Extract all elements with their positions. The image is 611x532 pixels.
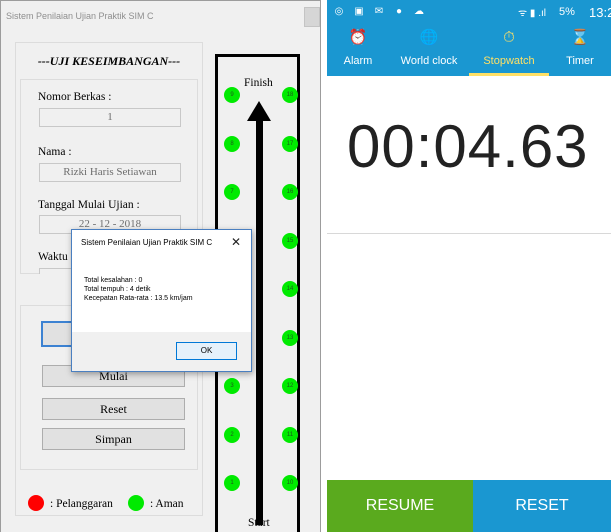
dialog-close-icon[interactable]: ✕ [231, 235, 241, 249]
alarm-clock-icon: ⏰ [348, 29, 368, 46]
arrow-up-icon [247, 101, 271, 121]
sensor-right-17: 17 [282, 135, 298, 152]
start-label: Start [248, 517, 270, 529]
stopwatch-time: 00:04.63 [347, 113, 589, 180]
globe-clock-icon: 🌐 [419, 29, 439, 46]
window-title: Sistem Penilaian Ujian Praktik SIM C [6, 11, 154, 21]
tab-label: Alarm [343, 55, 373, 67]
sensor-right-14: 14 [282, 281, 298, 297]
tab-world-clock[interactable]: 🌐 World clock [389, 26, 469, 76]
tab-label: World clock [400, 55, 458, 67]
ok-button[interactable]: OK [176, 342, 237, 360]
sensor-left-2: 2 [224, 426, 240, 443]
status-bar: ◎ ▣ ✉ ● ☁ ᯤ ▮ .ıl 5% 13:24 [327, 0, 611, 26]
sensor-right-13: 13 [282, 329, 298, 346]
window-titlebar: Sistem Penilaian Ujian Praktik SIM C [1, 1, 320, 32]
page-title: ---UJI KESEIMBANGAN--- [37, 54, 181, 68]
signal-icon: ᯤ ▮ .ıl [518, 8, 546, 19]
lap-divider [327, 233, 611, 234]
sensor-left-7: 7 [224, 184, 240, 200]
sensor-left-3: 3 [224, 378, 240, 394]
dialog-message: Total kesalahan : 0 Total tempuh : 4 det… [84, 276, 193, 303]
pelanggaran-dot-icon [28, 495, 44, 511]
sensor-left-1: 1 [224, 475, 240, 491]
aman-label: : Aman [150, 498, 184, 510]
tab-label: Stopwatch [483, 55, 535, 67]
dialog-line-total-tempuh: Total tempuh : 4 detik [84, 286, 151, 293]
tab-label: Timer [566, 55, 594, 67]
window-close-button[interactable] [304, 7, 320, 27]
sensor-right-10: 10 [282, 475, 298, 491]
app-window: Sistem Penilaian Ujian Praktik SIM C ---… [0, 0, 321, 532]
phone-screen: ◎ ▣ ✉ ● ☁ ᯤ ▮ .ıl 5% 13:24 ⏰ Alarm 🌐 Wor… [327, 0, 611, 532]
cloud-icon: ☁ [414, 6, 424, 17]
sensor-right-12: 12 [282, 378, 298, 394]
tanggal-label: Tanggal Mulai Ujian : [38, 199, 140, 211]
tab-stopwatch[interactable]: ⏱ Stopwatch [469, 26, 549, 76]
finish-label: Finish [244, 77, 273, 89]
sensor-right-18: 18 [282, 87, 298, 103]
nomor-berkas-field[interactable]: 1 [39, 108, 181, 127]
resume-button[interactable]: RESUME [327, 480, 473, 532]
pelanggaran-label: : Pelanggaran [50, 498, 113, 510]
nama-field[interactable]: Rizki Haris Setiawan [39, 163, 181, 182]
simpan-button[interactable]: Simpan [42, 428, 185, 450]
message-icon: ✉ [374, 6, 384, 17]
sensor-right-16: 16 [282, 184, 298, 200]
result-dialog: Sistem Penilaian Ujian Praktik SIM C ✕ T… [71, 229, 252, 372]
tab-timer[interactable]: ⌛ Timer [549, 26, 611, 76]
dialog-footer: OK [72, 332, 251, 371]
clock-tab-bar: ⏰ Alarm 🌐 World clock ⏱ Stopwatch ⌛ Time… [327, 26, 611, 76]
nomor-berkas-label: Nomor Berkas : [38, 91, 112, 103]
aman-dot-icon [128, 495, 144, 511]
instagram-icon: ◎ [334, 6, 344, 17]
nama-label: Nama : [38, 146, 72, 158]
sensor-right-15: 15 [282, 232, 298, 249]
reset-stopwatch-button[interactable]: RESET [473, 480, 611, 532]
dialog-title: Sistem Penilaian Ujian Praktik SIM C [81, 238, 213, 247]
sensor-right-11: 11 [282, 426, 298, 443]
battery-percent: 5% [559, 6, 575, 18]
tab-alarm[interactable]: ⏰ Alarm [327, 26, 389, 76]
hourglass-icon: ⌛ [570, 29, 590, 46]
track-arrow-line [256, 119, 263, 525]
stopwatch-icon: ⏱ [503, 29, 515, 46]
status-clock: 13:24 [589, 5, 611, 20]
active-tab-indicator [469, 73, 549, 76]
dialog-line-total-kesalahan: Total kesalahan : 0 [84, 277, 143, 284]
sensor-left-8: 8 [224, 135, 240, 152]
sensor-left-9: 9 [224, 87, 240, 103]
app-notification-icon: ● [395, 6, 403, 17]
gallery-icon: ▣ [354, 6, 364, 17]
reset-button[interactable]: Reset [42, 398, 185, 420]
dialog-line-kecepatan: Kecepatan Rata-rata : 13.5 km/jam [84, 295, 193, 302]
